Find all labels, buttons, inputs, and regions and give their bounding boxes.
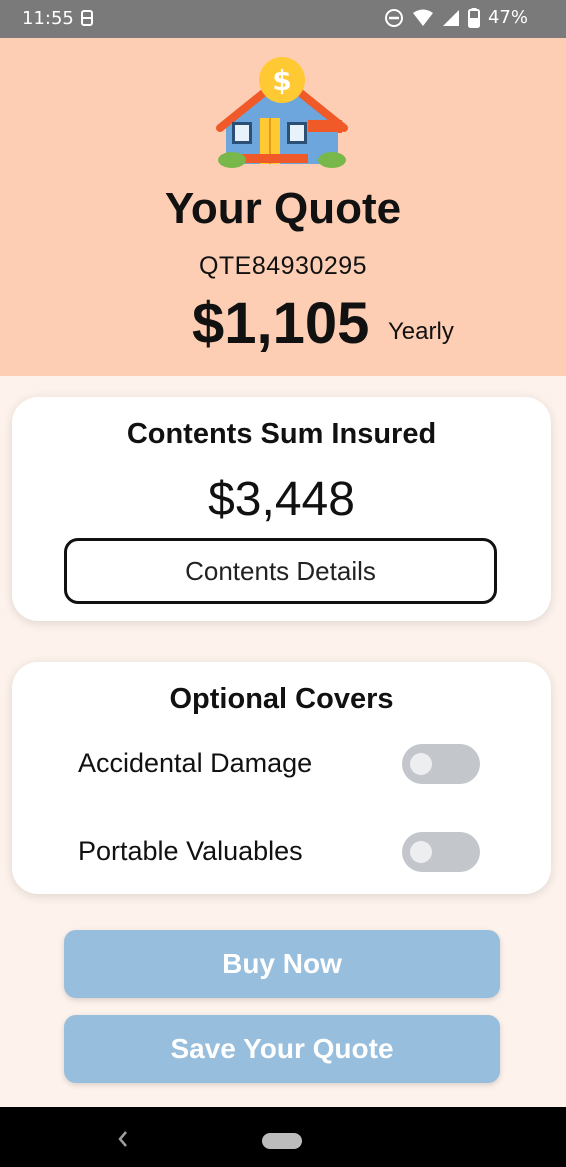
signal-icon — [442, 9, 459, 26]
status-bar: 11:55 47% — [0, 0, 566, 38]
battery-percent: 47% — [487, 7, 528, 28]
svg-text:$: $ — [272, 64, 291, 97]
wifi-icon — [412, 9, 433, 26]
accidental-damage-toggle[interactable] — [402, 744, 480, 784]
battery-icon — [467, 7, 480, 28]
optional-covers-title: Optional Covers — [169, 683, 394, 715]
portable-valuables-label: Portable Valuables — [78, 836, 303, 866]
portable-valuables-toggle[interactable] — [402, 832, 480, 872]
contents-sum-title: Contents Sum Insured — [126, 418, 437, 450]
quote-id: QTE84930295 — [198, 252, 368, 280]
status-time: 11:55 — [22, 8, 74, 29]
price-period: Yearly — [388, 318, 454, 345]
buy-now-button[interactable]: Buy Now — [64, 930, 500, 998]
status-icons: 47% — [384, 7, 528, 28]
page-title: Your Quote — [164, 184, 402, 233]
accidental-damage-label: Accidental Damage — [78, 748, 313, 778]
house-dollar-icon: $ — [216, 57, 348, 168]
quote-header: $ Your Quote QTE84930295 $1,105 Yearly — [0, 38, 566, 376]
sync-notification-icon — [81, 10, 93, 26]
dnd-icon — [384, 8, 403, 27]
quote-price: $1,105 — [192, 291, 370, 356]
home-pill[interactable] — [262, 1133, 302, 1149]
contents-sum-value: $3,448 — [208, 473, 355, 526]
toggle-knob — [410, 753, 432, 775]
save-quote-button[interactable]: Save Your Quote — [64, 1015, 500, 1083]
contents-details-button[interactable]: Contents Details — [64, 538, 497, 604]
back-icon[interactable] — [117, 1130, 129, 1148]
toggle-knob — [410, 841, 432, 863]
contents-sum-card: Contents Sum Insured $3,448 Contents Det… — [12, 397, 551, 621]
optional-covers-card: Optional Covers Accidental Damage Portab… — [12, 662, 551, 894]
